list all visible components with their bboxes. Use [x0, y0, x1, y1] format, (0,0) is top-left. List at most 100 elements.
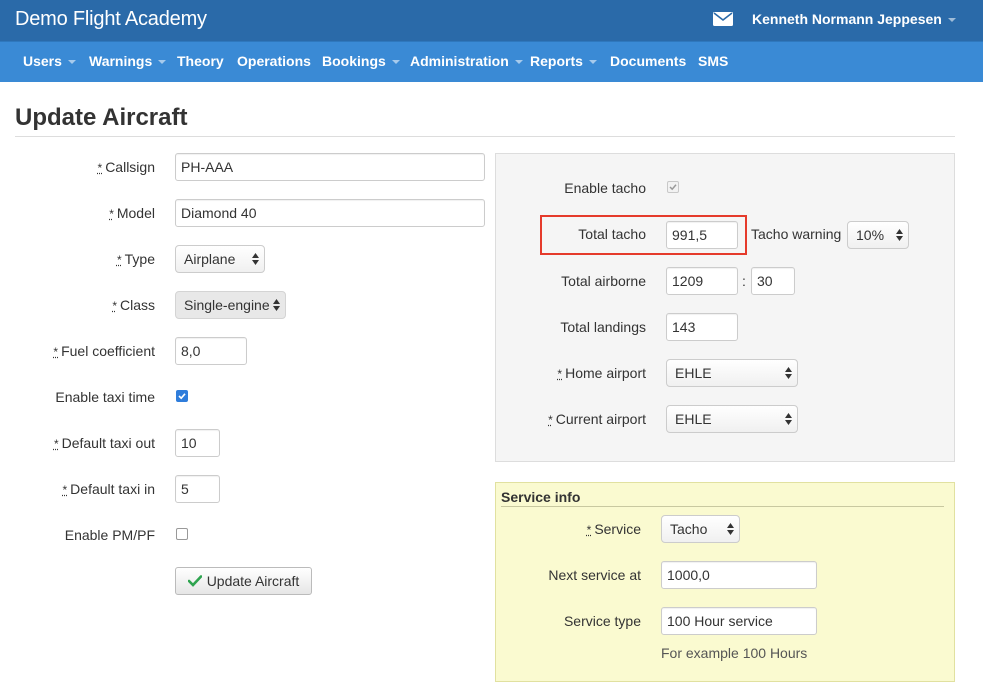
nav-documents[interactable]: Documents	[610, 53, 686, 69]
required-marker: *	[112, 299, 117, 313]
title-divider	[15, 136, 955, 137]
service-info-title: Service info	[501, 489, 580, 505]
current-airport-label: * Current airport	[548, 411, 646, 427]
chevron-down-icon	[948, 18, 956, 22]
tacho-warning-label: Tacho warning	[751, 226, 841, 242]
taxi-in-label-text: Default taxi in	[70, 481, 155, 497]
nav-theory[interactable]: Theory	[177, 53, 224, 69]
time-separator: :	[742, 273, 746, 289]
top-bar: Demo Flight Academy Kenneth Normann Jepp…	[0, 0, 983, 41]
update-aircraft-button-label: Update Aircraft	[207, 573, 300, 589]
class-select[interactable]: Single-engine	[175, 291, 286, 319]
service-select[interactable]: Tacho	[661, 515, 740, 543]
main-nav: Users Warnings Theory Operations Booking…	[0, 41, 983, 82]
checkmark-icon	[177, 391, 187, 401]
type-label-text: Type	[125, 251, 155, 267]
required-marker: *	[54, 437, 59, 451]
required-marker: *	[109, 207, 114, 221]
required-marker: *	[557, 367, 562, 381]
nav-administration-label: Administration	[410, 53, 509, 69]
chevron-down-icon	[589, 60, 597, 64]
current-airport-label-text: Current airport	[556, 411, 646, 427]
envelope-icon[interactable]	[713, 12, 733, 26]
class-label-text: Class	[120, 297, 155, 313]
service-type-label: Service type	[564, 613, 641, 629]
chevron-down-icon	[158, 60, 166, 64]
required-marker: *	[98, 161, 103, 175]
total-airborne-minutes-input[interactable]: 30	[751, 267, 795, 295]
callsign-input[interactable]: PH-AAA	[175, 153, 485, 181]
select-arrows-icon	[727, 523, 734, 535]
next-service-input[interactable]: 1000,0	[661, 561, 817, 589]
nav-operations[interactable]: Operations	[237, 53, 311, 69]
class-label: * Class	[112, 297, 155, 313]
select-arrows-icon	[273, 299, 280, 311]
nav-sms[interactable]: SMS	[698, 53, 728, 69]
enable-tacho-label: Enable tacho	[564, 180, 646, 196]
nav-bookings[interactable]: Bookings	[322, 53, 400, 69]
nav-users-label: Users	[23, 53, 62, 69]
select-arrows-icon	[252, 253, 259, 265]
class-select-value: Single-engine	[184, 297, 270, 313]
checkmark-icon	[188, 575, 202, 587]
user-name: Kenneth Normann Jeppesen	[752, 11, 942, 27]
update-aircraft-button[interactable]: Update Aircraft	[175, 567, 312, 595]
select-arrows-icon	[785, 367, 792, 379]
model-label-text: Model	[117, 205, 155, 221]
fuel-coefficient-label: * Fuel coefficient	[53, 343, 155, 359]
callsign-label: * Callsign	[98, 159, 155, 175]
next-service-label: Next service at	[548, 567, 641, 583]
user-menu[interactable]: Kenneth Normann Jeppesen	[752, 11, 956, 27]
service-type-input[interactable]: 100 Hour service	[661, 607, 817, 635]
fuel-coefficient-input[interactable]: 8,0	[175, 337, 247, 365]
pm-pf-label: Enable PM/PF	[65, 527, 155, 543]
current-airport-value: EHLE	[675, 411, 712, 427]
model-input[interactable]: Diamond 40	[175, 199, 485, 227]
model-label: * Model	[109, 205, 155, 221]
total-airborne-label: Total airborne	[561, 273, 646, 289]
type-select[interactable]: Airplane	[175, 245, 265, 273]
total-landings-label: Total landings	[560, 319, 646, 335]
type-select-value: Airplane	[184, 251, 235, 267]
highlight-box	[540, 215, 747, 255]
taxi-time-label: Enable taxi time	[55, 389, 155, 405]
brand-title[interactable]: Demo Flight Academy	[15, 8, 207, 31]
select-arrows-icon	[896, 229, 903, 241]
service-type-help: For example 100 Hours	[661, 645, 807, 661]
required-marker: *	[587, 523, 592, 537]
enable-tacho-checkbox[interactable]	[667, 181, 679, 193]
service-label-text: Service	[594, 521, 641, 537]
nav-warnings-label: Warnings	[89, 53, 152, 69]
tacho-warning-select[interactable]: 10%	[847, 221, 909, 249]
current-airport-select[interactable]: EHLE	[666, 405, 798, 433]
callsign-label-text: Callsign	[105, 159, 155, 175]
nav-warnings[interactable]: Warnings	[89, 53, 166, 69]
taxi-time-checkbox[interactable]	[176, 390, 188, 402]
taxi-in-label: * Default taxi in	[63, 481, 156, 497]
required-marker: *	[53, 345, 58, 359]
nav-users[interactable]: Users	[23, 53, 76, 69]
chevron-down-icon	[392, 60, 400, 64]
home-airport-select[interactable]: EHLE	[666, 359, 798, 387]
nav-administration[interactable]: Administration	[410, 53, 523, 69]
page-title: Update Aircraft	[15, 104, 187, 132]
required-marker: *	[63, 483, 68, 497]
checkmark-icon	[668, 182, 678, 192]
tacho-warning-value: 10%	[856, 227, 884, 243]
taxi-out-label: * Default taxi out	[54, 435, 155, 451]
taxi-out-input[interactable]: 10	[175, 429, 220, 457]
service-label: * Service	[587, 521, 641, 537]
home-airport-label: * Home airport	[557, 365, 646, 381]
fuel-coefficient-label-text: Fuel coefficient	[61, 343, 155, 359]
service-info-divider	[501, 506, 944, 507]
required-marker: *	[548, 413, 553, 427]
nav-reports[interactable]: Reports	[530, 53, 597, 69]
total-landings-input[interactable]: 143	[666, 313, 738, 341]
total-airborne-hours-input[interactable]: 1209	[666, 267, 738, 295]
required-marker: *	[117, 253, 122, 267]
taxi-in-input[interactable]: 5	[175, 475, 220, 503]
home-airport-label-text: Home airport	[565, 365, 646, 381]
select-arrows-icon	[785, 413, 792, 425]
pm-pf-checkbox[interactable]	[176, 528, 188, 540]
nav-reports-label: Reports	[530, 53, 583, 69]
